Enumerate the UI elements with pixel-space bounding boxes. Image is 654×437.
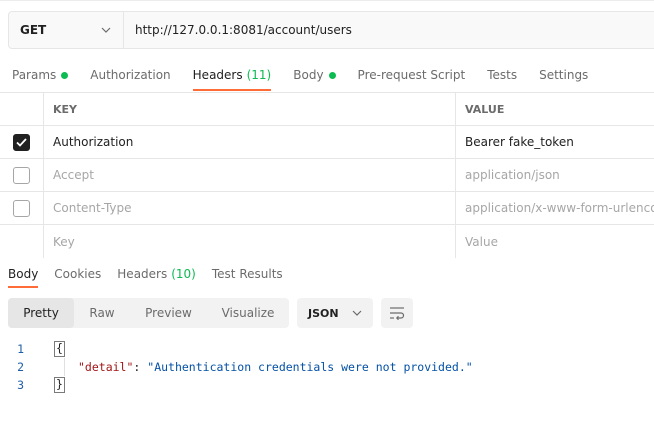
tab-pre-request-script[interactable]: Pre-request Script xyxy=(358,59,466,91)
request-tabs: Params Authorization Headers (11) Body P… xyxy=(12,59,610,91)
wrap-lines-button[interactable] xyxy=(381,298,413,328)
headers-table-head: KEY VALUE xyxy=(0,93,654,126)
response-tab-test-results[interactable]: Test Results xyxy=(212,260,283,288)
line-number: 2 xyxy=(17,360,24,374)
checkbox-content-type[interactable] xyxy=(13,199,30,217)
header-key-cell[interactable]: Accept xyxy=(44,159,456,191)
header-value-cell[interactable]: Bearer fake_token xyxy=(456,126,654,158)
new-value-input[interactable]: Value xyxy=(456,225,654,258)
code-line: 1 { xyxy=(0,340,654,358)
headers-table: KEY VALUE Authorization Bearer fake_toke… xyxy=(0,92,654,258)
chevron-down-icon xyxy=(352,308,362,318)
checkmark-icon xyxy=(16,137,27,147)
view-preview-button[interactable]: Preview xyxy=(130,298,207,328)
table-row: Authorization Bearer fake_token xyxy=(0,126,654,159)
code-line: 3 } xyxy=(0,376,654,394)
tab-params[interactable]: Params xyxy=(12,59,69,91)
checkbox-accept[interactable] xyxy=(13,166,30,184)
open-brace: { xyxy=(54,341,65,357)
value-column-head: VALUE xyxy=(465,102,505,116)
table-row: Accept application/json xyxy=(0,159,654,192)
headers-count: (11) xyxy=(246,68,272,82)
params-status-dot xyxy=(61,71,69,79)
view-pretty-button[interactable]: Pretty xyxy=(8,298,74,328)
json-colon: : xyxy=(133,360,141,374)
tab-settings[interactable]: Settings xyxy=(539,59,588,91)
view-raw-button[interactable]: Raw xyxy=(74,298,130,328)
method-label: GET xyxy=(20,23,47,37)
tab-headers[interactable]: Headers (11) xyxy=(192,59,272,91)
header-value-cell[interactable]: application/json xyxy=(456,159,654,191)
request-bar: GET xyxy=(8,11,654,49)
table-row: Content-Type application/x-www-form-urle… xyxy=(0,192,654,225)
header-key-cell[interactable]: Authorization xyxy=(44,126,456,158)
body-status-dot xyxy=(328,71,336,79)
response-tab-body[interactable]: Body xyxy=(8,260,39,288)
response-headers-count: (10) xyxy=(171,267,196,281)
response-tabs: Body Cookies Headers (10) Test Results xyxy=(8,260,299,289)
chevron-down-icon xyxy=(101,25,111,35)
checkbox-authorization[interactable] xyxy=(13,133,30,151)
close-brace: } xyxy=(54,377,65,393)
json-value: "Authentication credentials were not pro… xyxy=(147,360,473,374)
view-visualize-button[interactable]: Visualize xyxy=(207,298,289,328)
url-input[interactable] xyxy=(124,12,654,48)
method-select[interactable]: GET xyxy=(9,12,124,48)
tab-body[interactable]: Body xyxy=(293,59,336,91)
key-column-head: KEY xyxy=(44,93,456,125)
response-tab-headers[interactable]: Headers (10) xyxy=(117,260,196,288)
code-line: 2 "detail": "Authentication credentials … xyxy=(0,358,654,376)
response-body-code[interactable]: 1 { 2 "detail": "Authentication credenti… xyxy=(0,340,654,394)
json-key: "detail" xyxy=(78,360,134,374)
line-number: 3 xyxy=(17,378,24,392)
top-divider xyxy=(0,0,654,1)
line-number: 1 xyxy=(17,342,24,356)
new-key-input[interactable]: Key xyxy=(44,225,456,258)
format-select[interactable]: JSON xyxy=(297,298,373,328)
view-mode-control: Pretty Raw Preview Visualize xyxy=(8,298,289,328)
header-key-cell[interactable]: Content-Type xyxy=(44,192,456,224)
row-check-cell xyxy=(0,126,44,158)
response-tab-cookies[interactable]: Cookies xyxy=(54,260,101,288)
wrap-lines-icon xyxy=(390,307,405,320)
format-label: JSON xyxy=(308,306,339,320)
tab-tests[interactable]: Tests xyxy=(487,59,517,91)
row-check-cell xyxy=(0,159,44,191)
check-column-head xyxy=(0,93,44,125)
new-header-row: Key Value xyxy=(0,225,654,258)
row-check-cell xyxy=(0,225,44,258)
row-check-cell xyxy=(0,192,44,224)
tab-authorization[interactable]: Authorization xyxy=(90,59,170,91)
header-value-cell[interactable]: application/x-www-form-urlenco xyxy=(456,192,654,224)
